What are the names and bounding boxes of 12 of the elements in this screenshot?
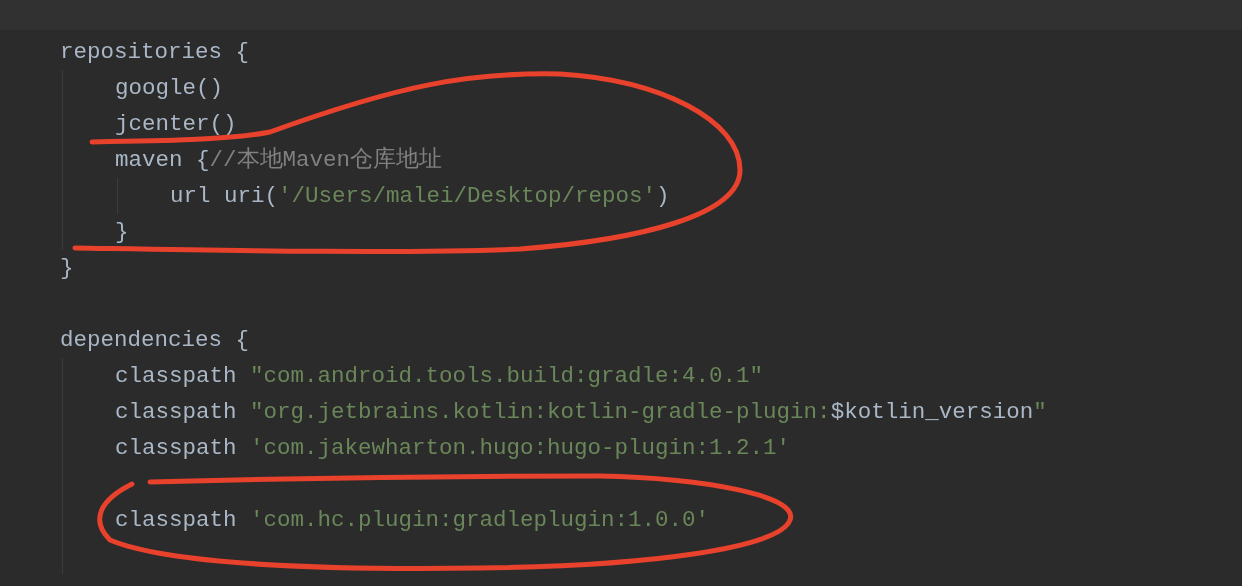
- code-line: repositories {: [60, 38, 250, 67]
- code-line: jcenter(): [115, 110, 237, 139]
- code-line: classpath 'com.jakewharton.hugo:hugo-plugin:1.2.1': [115, 434, 791, 463]
- code-line: classpath "com.android.tools.build:gradle:4.0.1": [115, 362, 764, 391]
- code-line: maven {//本地Maven仓库地址: [115, 145, 443, 175]
- code-line: google(): [115, 74, 224, 103]
- code-line: url uri('/Users/malei/Desktop/repos'): [170, 182, 670, 211]
- code-line: }: [115, 218, 129, 247]
- code-line: }: [60, 254, 74, 283]
- code-line: dependencies {: [60, 326, 250, 355]
- code-line: classpath 'com.hc.plugin:gradleplugin:1.0.0': [115, 506, 710, 535]
- code-line: classpath "org.jetbrains.kotlin:kotlin-gradle-plugin:$kotlin_version": [115, 398, 1047, 427]
